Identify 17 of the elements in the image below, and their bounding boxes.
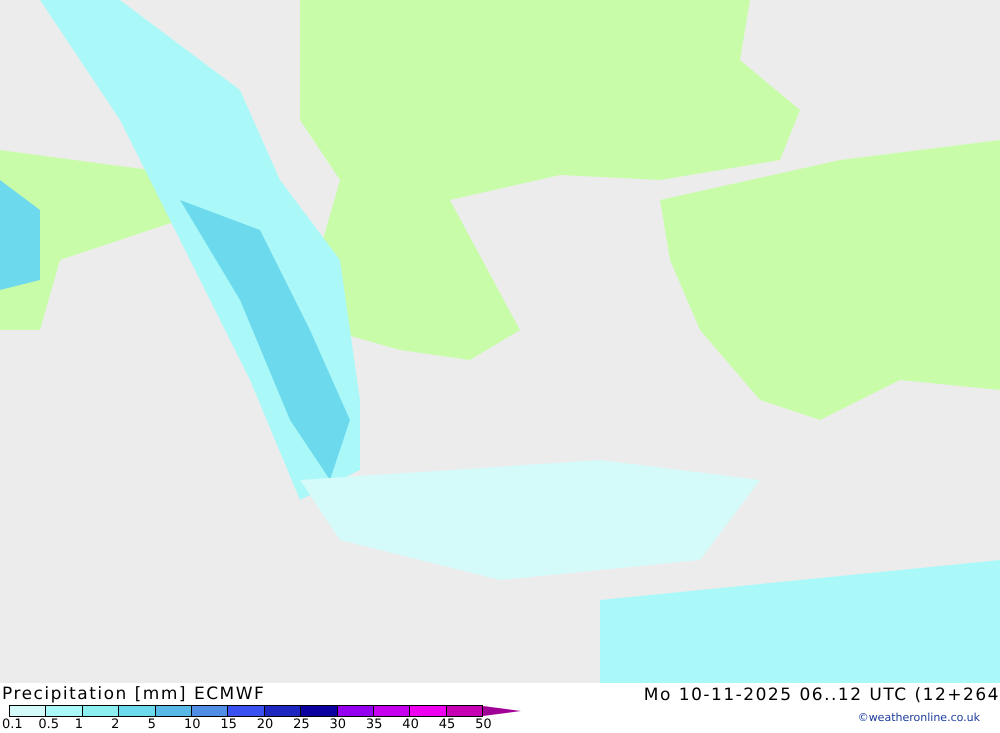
scale-label: 15 [220, 717, 238, 732]
scale-label: 50 [475, 717, 493, 732]
scale-label: 45 [438, 717, 456, 732]
scale-label: 5 [148, 717, 157, 732]
valid-time: Mo 10-11-2025 06..12 UTC (12+264 [644, 684, 1000, 707]
scale-label: 10 [184, 717, 202, 732]
scale-label: 40 [402, 717, 420, 732]
chart-title: Precipitation [mm] ECMWF [2, 683, 266, 705]
scale-label: 1 [74, 717, 84, 732]
scale-label: 25 [293, 717, 311, 732]
scale-label: 0.1 [2, 717, 24, 732]
scale-label: 20 [256, 717, 274, 732]
scale-label: 0.5 [38, 717, 60, 732]
copyright-text: ©weatheronline.co.uk [858, 711, 981, 724]
scale-label: 2 [111, 717, 120, 732]
scale-label: 30 [330, 717, 348, 732]
scale-label: 35 [366, 717, 384, 732]
